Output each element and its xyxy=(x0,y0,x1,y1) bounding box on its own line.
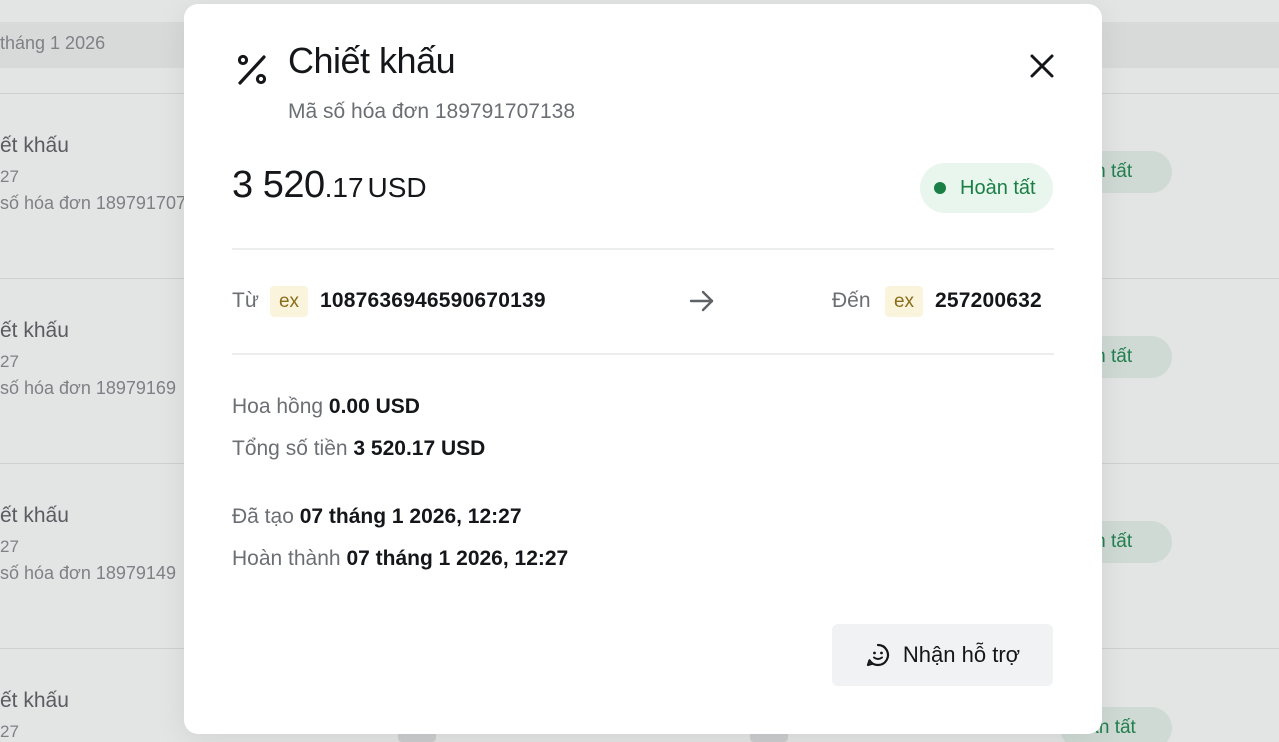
total-value: 3 520.17 USD xyxy=(353,437,486,460)
exchange-tag: ex xyxy=(885,286,923,317)
amount-currency: USD xyxy=(367,172,427,203)
amount-integer: 3 520 xyxy=(232,164,325,206)
support-chat-icon xyxy=(866,643,889,667)
status-badge: Hoàn tất xyxy=(920,163,1053,213)
amount-decimal: .17 xyxy=(324,172,364,203)
close-icon xyxy=(1030,54,1054,78)
arrow-right-icon xyxy=(689,290,714,312)
to-account: 257200632 xyxy=(935,289,1042,312)
percent-icon xyxy=(237,54,267,85)
get-support-label: Nhận hỗ trợ xyxy=(902,642,1021,667)
from-label: Từ xyxy=(232,289,259,312)
get-support-button[interactable]: Nhận hỗ trợ xyxy=(832,624,1053,686)
status-label: Hoàn tất xyxy=(960,176,1036,199)
divider xyxy=(232,248,1054,250)
close-button[interactable] xyxy=(1022,46,1062,86)
total-row: Tổng số tiền 3 520.17 USD xyxy=(232,437,485,461)
divider xyxy=(232,353,1054,355)
from-account: 1087636946590670139 xyxy=(320,289,546,312)
transaction-amount: 3 520.17 USD xyxy=(232,164,427,207)
exchange-tag: ex xyxy=(270,286,308,317)
invoice-number: Mã số hóa đơn 189791707138 xyxy=(288,100,576,123)
created-row: Đã tạo 07 tháng 1 2026, 12:27 xyxy=(232,505,522,529)
completed-label: Hoàn thành xyxy=(232,547,341,570)
completed-row: Hoàn thành 07 tháng 1 2026, 12:27 xyxy=(232,547,568,571)
discount-details-modal: Chiết khấu Mã số hóa đơn 189791707138 3 … xyxy=(184,4,1102,734)
to-label: Đến xyxy=(832,289,871,312)
created-value: 07 tháng 1 2026, 12:27 xyxy=(299,505,522,528)
modal-title: Chiết khấu xyxy=(288,40,456,81)
completed-value: 07 tháng 1 2026, 12:27 xyxy=(346,547,569,570)
commission-value: 0.00 USD xyxy=(328,395,420,418)
commission-row: Hoa hồng 0.00 USD xyxy=(232,395,420,419)
total-label: Tổng số tiền xyxy=(232,437,348,460)
created-label: Đã tạo xyxy=(232,505,294,528)
status-dot-icon xyxy=(934,182,946,194)
commission-label: Hoa hồng xyxy=(232,395,324,418)
